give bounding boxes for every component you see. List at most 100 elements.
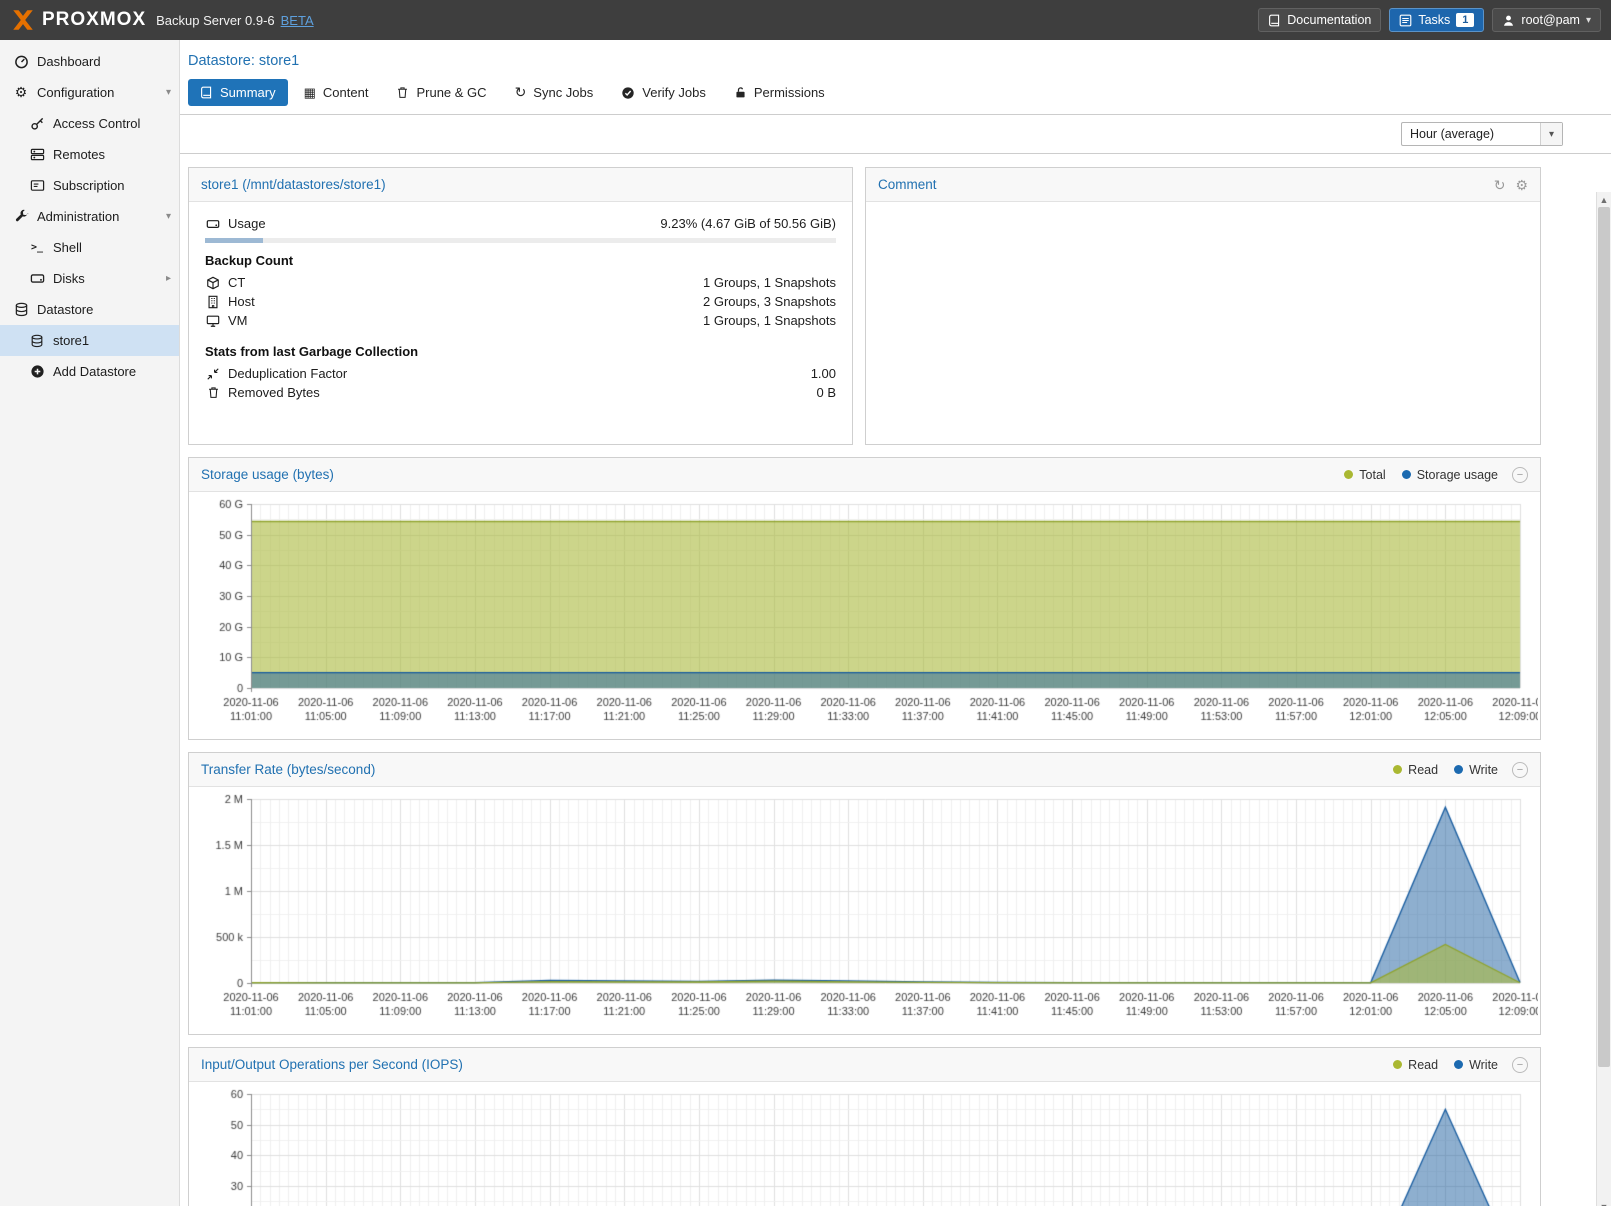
page-title: Datastore: store1 [188,53,299,69]
collapse-icon[interactable]: − [1512,1057,1528,1073]
refresh-icon[interactable]: ↻ [1494,178,1506,192]
legend-label: Read [1408,763,1438,777]
tab-prune-gc[interactable]: Prune & GC [384,79,498,106]
documentation-label: Documentation [1287,13,1371,27]
vm-row: VM 1 Groups, 1 Snapshots [205,311,836,330]
user-label: root@pam [1521,13,1580,27]
proxmox-logo-icon [10,7,36,33]
hdd-icon [29,271,45,286]
panel-title: Transfer Rate (bytes/second) [201,762,375,777]
sidebar-item-datastore[interactable]: Datastore [0,294,179,325]
storage-usage-chart [191,494,1538,734]
sidebar-item-label: store1 [53,333,171,348]
dedup-row: Deduplication Factor 1.00 [205,364,836,383]
tab-label: Content [323,85,369,100]
scroll-down-arrow[interactable]: ▼ [1597,1199,1611,1206]
legend-dot [1454,1060,1463,1069]
legend-write[interactable]: Write [1454,1058,1498,1072]
legend-dot [1393,1060,1402,1069]
sidebar-item-label: Configuration [37,85,166,100]
dedup-label: Deduplication Factor [228,366,347,381]
vm-value: 1 Groups, 1 Snapshots [703,313,836,328]
legend-label: Total [1359,468,1385,482]
sidebar-item-label: Datastore [37,302,171,317]
tasks-label: Tasks [1418,13,1450,27]
sidebar-item-configuration[interactable]: ⚙ Configuration ▾ [0,77,179,108]
sidebar-item-label: Access Control [53,116,171,131]
panel-title: Comment [878,177,937,192]
chart-toolbar: Hour (average) ▾ [180,115,1611,154]
beta-link[interactable]: BETA [281,13,314,28]
terminal-icon: >_ [29,242,45,253]
gear-icon[interactable]: ⚙ [1515,178,1528,192]
trash-icon [205,386,221,399]
datastore-summary-panel: store1 (/mnt/datastores/store1) Usage 9.… [188,167,853,445]
scroll-up-arrow[interactable]: ▲ [1597,192,1611,207]
tab-sync-jobs[interactable]: ↻ Sync Jobs [503,79,606,106]
tab-content[interactable]: ▦ Content [292,79,381,106]
tasks-count-badge: 1 [1456,13,1474,27]
key-icon [29,116,45,131]
legend-label: Write [1469,1058,1498,1072]
legend-dot [1344,470,1353,479]
ct-label: CT [228,275,245,290]
collapse-icon[interactable]: − [1512,467,1528,483]
user-menu-button[interactable]: root@pam ▾ [1492,8,1601,32]
tab-verify-jobs[interactable]: Verify Jobs [609,79,718,106]
sidebar-item-remotes[interactable]: Remotes [0,139,179,170]
check-circle-icon [621,86,635,100]
sidebar-item-subscription[interactable]: Subscription [0,170,179,201]
sidebar-item-add-datastore[interactable]: Add Datastore [0,356,179,387]
database-icon [29,334,45,348]
tab-label: Verify Jobs [642,85,706,100]
host-value: 2 Groups, 3 Snapshots [703,294,836,309]
ct-row: CT 1 Groups, 1 Snapshots [205,273,836,292]
sidebar-item-label: Subscription [53,178,171,193]
vm-label: VM [228,313,248,328]
scrollbar-thumb[interactable] [1598,207,1610,1067]
grid-icon: ▦ [304,85,316,101]
transfer-rate-chart [191,789,1538,1029]
tab-bar: Summary ▦ Content Prune & GC ↻ Sync Jobs… [180,73,1611,115]
sidebar-item-dashboard[interactable]: Dashboard [0,46,179,77]
panel-title: store1 (/mnt/datastores/store1) [201,177,386,192]
hdd-icon [205,217,221,231]
usage-label: Usage [228,216,266,231]
book-icon [200,86,213,99]
sidebar-item-disks[interactable]: Disks ▸ [0,263,179,294]
legend-read[interactable]: Read [1393,1058,1438,1072]
panel-title: Input/Output Operations per Second (IOPS… [201,1057,463,1072]
iops-panel: Input/Output Operations per Second (IOPS… [188,1047,1541,1206]
sidebar-item-store1[interactable]: store1 [0,325,179,356]
tasks-button[interactable]: Tasks 1 [1389,8,1484,32]
panel-title: Storage usage (bytes) [201,467,334,482]
legend-storage-usage[interactable]: Storage usage [1402,468,1498,482]
product-version: Backup Server 0.9-6 [156,13,275,28]
sidebar-item-label: Shell [53,240,171,255]
tab-permissions[interactable]: Permissions [722,79,837,106]
timeframe-select[interactable]: Hour (average) ▾ [1401,122,1563,146]
legend-write[interactable]: Write [1454,763,1498,777]
sidebar-item-label: Disks [53,271,166,286]
sidebar-item-access-control[interactable]: Access Control [0,108,179,139]
vertical-scrollbar[interactable]: ▲ ▼ [1596,192,1611,1206]
legend-read[interactable]: Read [1393,763,1438,777]
collapse-icon[interactable]: − [1512,762,1528,778]
usage-progress-bar [205,238,836,243]
documentation-button[interactable]: Documentation [1258,8,1381,32]
removed-bytes-value: 0 B [816,385,836,400]
tab-summary[interactable]: Summary [188,79,288,106]
sync-icon: ↻ [515,84,527,101]
ct-value: 1 Groups, 1 Snapshots [703,275,836,290]
sidebar-item-administration[interactable]: Administration ▾ [0,201,179,232]
sidebar-item-shell[interactable]: >_ Shell [0,232,179,263]
legend-total[interactable]: Total [1344,468,1385,482]
removed-bytes-row: Removed Bytes 0 B [205,383,836,402]
unlock-icon [734,86,747,99]
chevron-down-icon: ▾ [166,211,171,222]
legend-dot [1402,470,1411,479]
top-header: PROXMOX Backup Server 0.9-6 BETA Documen… [0,0,1611,40]
user-icon [1502,14,1515,27]
legend-label: Write [1469,763,1498,777]
comment-body[interactable] [866,202,1540,445]
